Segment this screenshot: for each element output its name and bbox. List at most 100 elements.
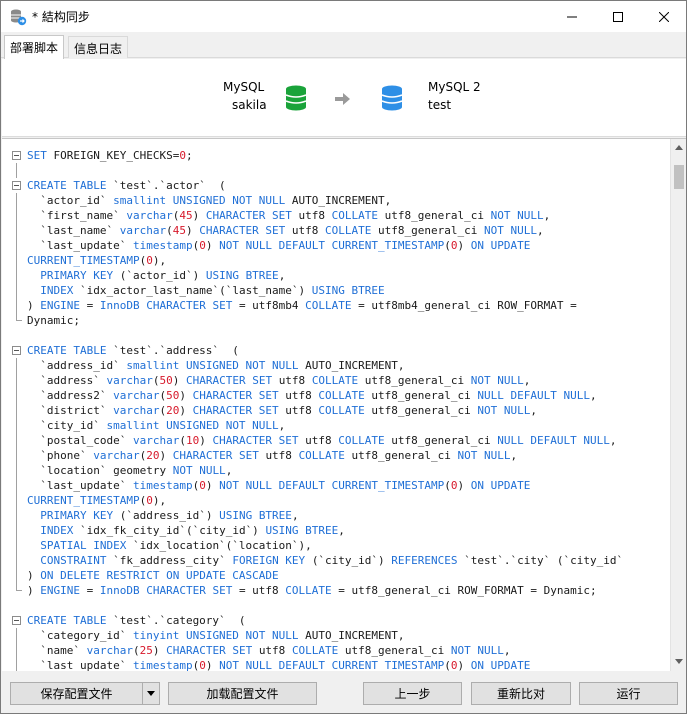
scroll-down-icon[interactable] xyxy=(675,659,683,664)
sql-text: ) xyxy=(27,569,41,582)
sql-text: Dynamic; xyxy=(27,314,80,327)
window-title: * 結构同步 xyxy=(32,10,90,24)
sql-text: ( xyxy=(444,659,451,671)
tab-deploy-script[interactable]: 部署脚本 xyxy=(4,35,65,59)
tab-bar: 部署脚本 信息日志 xyxy=(1,32,686,59)
sql-text: , xyxy=(291,509,299,522)
previous-label: 上一步 xyxy=(394,687,431,701)
sql-text: utf8_general_ci xyxy=(391,434,498,447)
sql-text: `actor_id` xyxy=(27,194,114,207)
save-config-button[interactable]: 保存配置文件 xyxy=(10,682,143,705)
sql-keyword: COLLATE xyxy=(298,449,352,462)
sql-text: = xyxy=(86,299,100,312)
target-database-name: test xyxy=(428,98,452,112)
sql-number: 0 xyxy=(146,494,153,507)
sql-keyword: CHARACTER SET xyxy=(146,299,239,312)
fold-guide xyxy=(16,628,17,643)
sql-text: ) xyxy=(159,449,173,462)
load-config-button[interactable]: 加载配置文件 xyxy=(168,682,317,705)
close-button[interactable] xyxy=(641,1,687,32)
code-line: `city_id` smallint UNSIGNED NOT NULL, xyxy=(2,418,670,433)
sql-text: utf8_general_ci xyxy=(378,224,484,237)
previous-button[interactable]: 上一步 xyxy=(363,682,462,705)
scroll-up-icon[interactable] xyxy=(675,145,683,150)
run-label: 运行 xyxy=(616,687,641,701)
sql-keyword: smallint UNSIGNED NOT NULL xyxy=(106,419,279,432)
sql-keyword: ON DELETE RESTRICT ON UPDATE CASCADE xyxy=(40,569,279,582)
sql-text: `idx_location`(`location`), xyxy=(132,539,312,552)
fold-toggle-icon[interactable] xyxy=(12,151,21,160)
sql-keyword: ENGINE xyxy=(40,584,87,597)
fold-guide xyxy=(16,433,17,448)
sql-text: `fk_address_city` xyxy=(113,554,233,567)
sql-keyword: COLLATE xyxy=(305,299,359,312)
save-config-dropdown[interactable] xyxy=(142,682,160,705)
sql-number: 20 xyxy=(166,404,180,417)
dropdown-arrow-icon xyxy=(147,691,155,696)
vertical-scrollbar[interactable] xyxy=(670,139,686,671)
sql-text: ) xyxy=(27,584,41,597)
code-line: `district` varchar(20) CHARACTER SET utf… xyxy=(2,403,670,418)
code-line: SET FOREIGN_KEY_CHECKS=0; xyxy=(2,148,670,163)
sql-keyword: COLLATE xyxy=(325,224,379,237)
maximize-button[interactable] xyxy=(595,1,641,32)
arrow-right-icon xyxy=(335,93,350,105)
sql-text: `last_name` xyxy=(27,224,120,237)
sql-number: 0 xyxy=(199,479,206,492)
sql-keyword: CURRENT_TIMESTAMP xyxy=(27,254,140,267)
run-button[interactable]: 运行 xyxy=(579,682,678,705)
fold-toggle-icon[interactable] xyxy=(12,181,21,190)
sql-keyword: varchar xyxy=(86,644,133,657)
sql-keyword: CONSTRAINT xyxy=(40,554,114,567)
sql-keyword: SPATIAL INDEX xyxy=(40,539,133,552)
sql-keyword: NOT NULL DEFAULT CURRENT_TIMESTAMP xyxy=(219,239,445,252)
sql-keyword: COLLATE xyxy=(318,404,372,417)
sql-keyword: CHARACTER SET xyxy=(199,224,292,237)
sql-text: utf8 xyxy=(265,449,299,462)
minimize-button[interactable] xyxy=(549,1,595,32)
database-sync-icon xyxy=(11,9,27,26)
close-icon xyxy=(659,11,669,22)
sql-text: utf8_general_ci xyxy=(364,374,471,387)
sql-text: utf8_general_ci xyxy=(371,389,478,402)
sql-keyword: smallint UNSIGNED NOT NULL xyxy=(126,359,306,372)
fold-toggle-icon[interactable] xyxy=(12,616,21,625)
recompare-label: 重新比对 xyxy=(496,687,545,701)
sql-number: 10 xyxy=(185,434,200,447)
scrollbar-thumb[interactable] xyxy=(674,165,684,189)
sql-keyword: NOT NULL xyxy=(172,464,226,477)
sql-text: , xyxy=(530,404,537,417)
sql-keyword: varchar xyxy=(119,224,167,237)
code-line: PRIMARY KEY (`actor_id`) USING BTREE, xyxy=(2,268,670,283)
sql-text: `category_id` xyxy=(27,629,133,642)
recompare-button[interactable]: 重新比对 xyxy=(471,682,571,705)
fold-toggle-icon[interactable] xyxy=(12,346,21,355)
sql-text: , xyxy=(543,209,551,222)
deploy-script-editor[interactable]: SET FOREIGN_KEY_CHECKS=0; CREATE TABLE `t… xyxy=(2,138,686,671)
fold-guide xyxy=(16,238,17,253)
sql-keyword: NULL DEFAULT NULL xyxy=(497,434,610,447)
code-line: `last_update` timestamp (0) NOT NULL DEFA… xyxy=(2,238,670,253)
sql-number: 0 xyxy=(199,239,206,252)
maximize-icon xyxy=(613,11,623,22)
sql-text: utf8 xyxy=(285,404,319,417)
sql-text: `test`.`address` ( xyxy=(113,344,239,357)
sql-number: 50 xyxy=(166,389,180,402)
sql-keyword: USING BTREE xyxy=(265,524,339,537)
sql-text: ) xyxy=(179,389,193,402)
minimize-icon xyxy=(567,16,577,17)
sql-number: 0 xyxy=(179,149,186,162)
sql-text: AUTO_INCREMENT, xyxy=(305,359,405,372)
sql-keyword: timestamp xyxy=(132,239,193,252)
sql-keyword: varchar xyxy=(93,449,140,462)
fold-guide xyxy=(16,508,17,523)
sql-text: ( xyxy=(444,239,451,252)
code-line: `address2` varchar(50) CHARACTER SET utf… xyxy=(2,388,670,403)
sql-text: , xyxy=(225,464,233,477)
sql-text: utf8 xyxy=(291,224,326,237)
sql-text: ) xyxy=(205,659,220,671)
tab-message-log[interactable]: 信息日志 xyxy=(68,36,129,58)
